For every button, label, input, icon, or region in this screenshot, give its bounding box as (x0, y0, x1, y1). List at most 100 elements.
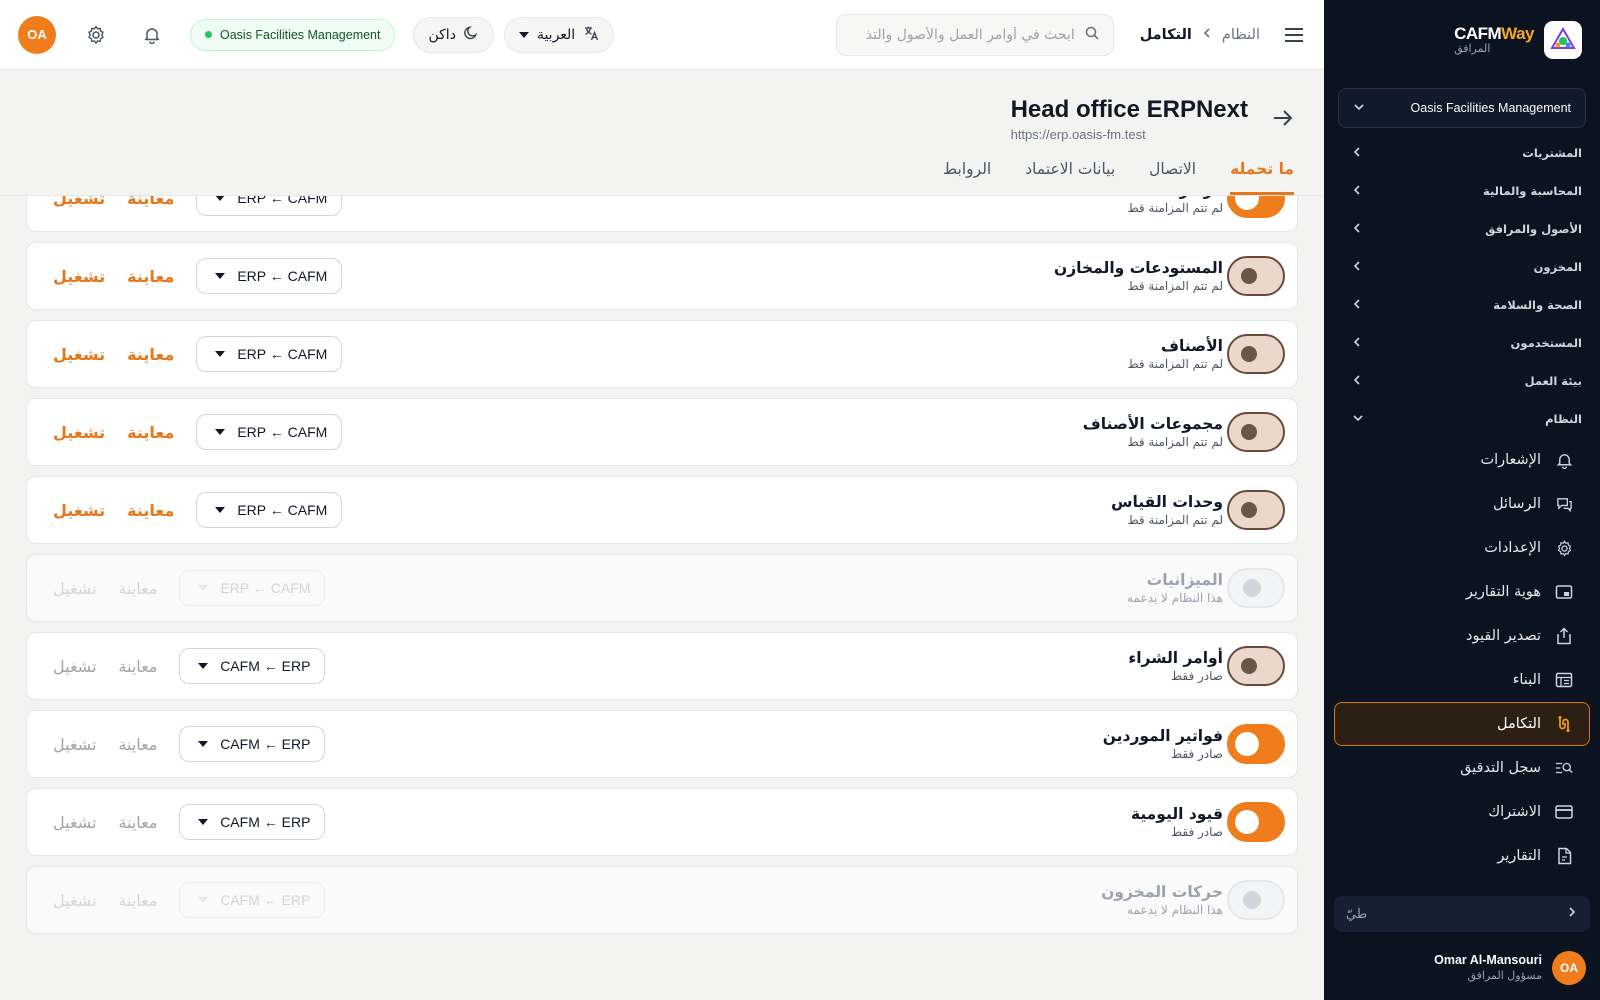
sidebar-item[interactable]: تصدير القيود (1334, 614, 1590, 658)
direction-select[interactable]: CAFM ← ERP (179, 648, 326, 684)
preview-button[interactable]: معاينة (118, 813, 157, 832)
direction-select[interactable]: ERP ← CAFM (196, 336, 343, 372)
sidebar-item[interactable]: الإعدادات (1334, 526, 1590, 570)
sidebar: CAFMWay المرافق Oasis Facilities Managem… (1324, 0, 1600, 1000)
language-select[interactable]: العربية (503, 16, 615, 53)
sync-toggle[interactable] (1227, 412, 1285, 452)
sidebar-item-label: التكامل (1497, 716, 1541, 732)
direction-select[interactable]: ERP ← CAFM (196, 492, 343, 528)
sync-toggle[interactable] (1227, 334, 1285, 374)
sidebar-item[interactable]: البناء (1334, 658, 1590, 702)
direction-value: CAFM ← ERP (220, 814, 311, 830)
direction-select[interactable]: CAFM ← ERP (179, 726, 326, 762)
sidebar-section[interactable]: المحاسبة والمالية (1324, 172, 1600, 210)
user-profile[interactable]: OA Omar Al-Mansouri مسؤول المرافق (1338, 946, 1586, 990)
direction-value: ERP ← CAFM (237, 268, 328, 284)
sidebar-item[interactable]: التكامل (1334, 702, 1590, 746)
tab[interactable]: الروابط (943, 160, 991, 195)
run-button[interactable]: تشغيل (53, 267, 105, 286)
run-button[interactable]: تشغيل (53, 345, 105, 364)
sync-toggle[interactable] (1227, 490, 1285, 530)
run-button: تشغيل (53, 578, 97, 598)
tab[interactable]: ما تحمله (1230, 160, 1294, 195)
sync-entity-row: وحدات القياس لم تتم المزامنة قط ERP ← CAFM… (26, 476, 1298, 544)
sidebar-item-label: التقارير (1497, 848, 1541, 864)
org-badge[interactable]: Oasis Facilities Management (190, 18, 396, 51)
run-button[interactable]: تشغيل (53, 735, 96, 754)
sidebar-section[interactable]: الصحة والسلامة (1324, 286, 1600, 324)
gear-icon[interactable] (78, 17, 114, 53)
preview-button[interactable]: معاينة (127, 423, 174, 442)
tab[interactable]: الاتصال (1149, 160, 1196, 195)
sidebar-section[interactable]: بيئة العمل (1324, 362, 1600, 400)
sidebar-collapse[interactable]: طيّ (1334, 896, 1590, 932)
direction-value: CAFM ← ERP (220, 658, 311, 674)
preview-button[interactable]: معاينة (118, 657, 157, 676)
toggle-knob (1241, 268, 1257, 284)
sync-toggle[interactable] (1227, 256, 1285, 296)
breadcrumb-current: التكامل (1139, 26, 1192, 43)
sidebar-item-label: الإشعارات (1480, 452, 1541, 468)
theme-label: داكن (428, 26, 456, 43)
org-switcher[interactable]: Oasis Facilities Management (1338, 88, 1586, 128)
preview-button[interactable]: معاينة (127, 345, 174, 364)
sidebar-item[interactable]: الإشعارات (1334, 438, 1590, 482)
search-input[interactable] (864, 26, 1075, 43)
theme-toggle[interactable]: داكن (413, 16, 494, 53)
direction-select[interactable]: CAFM ← ERP (179, 804, 326, 840)
chevron-down-icon (1353, 101, 1365, 116)
sync-toggle[interactable] (1227, 724, 1285, 764)
sync-entity-row: الميزانيات هذا النظام لا يدعمه ERP ← CAFM م… (26, 554, 1298, 622)
tab[interactable]: بيانات الاعتماد (1025, 160, 1115, 195)
preview-button[interactable]: معاينة (118, 735, 157, 754)
content-header: Head office ERPNext https://erp.oasis-fm… (0, 70, 1324, 196)
entity-title: أوامر الشراء (1128, 648, 1223, 667)
brand[interactable]: CAFMWay المرافق (1342, 20, 1582, 60)
user-name: Omar Al-Mansouri (1434, 953, 1542, 968)
sidebar-item[interactable]: الرسائل (1334, 482, 1590, 526)
sync-toggle[interactable] (1227, 646, 1285, 686)
run-button[interactable]: تشغيل (53, 501, 105, 520)
entity-status: لم تتم المزامنة قط (1127, 513, 1223, 528)
sidebar-item[interactable]: الاشتراك (1334, 790, 1590, 834)
toggle-knob (1235, 732, 1259, 756)
breadcrumb-root[interactable]: النظام (1222, 27, 1260, 43)
sidebar-section[interactable]: المستخدمون (1324, 324, 1600, 362)
sidebar-item-label: البناء (1512, 672, 1541, 688)
sidebar-item[interactable]: سجل التدقيق (1334, 746, 1590, 790)
run-button[interactable]: تشغيل (53, 813, 96, 832)
run-button[interactable]: تشغيل (53, 657, 96, 676)
chevron-left-icon (1352, 146, 1362, 161)
sync-toggle[interactable] (1227, 802, 1285, 842)
direction-value: CAFM ← ERP (220, 892, 311, 908)
menu-icon[interactable] (1282, 23, 1306, 47)
bell-icon[interactable] (134, 17, 170, 53)
toggle-knob (1235, 810, 1259, 834)
search-box[interactable] (835, 13, 1114, 56)
direction-select[interactable]: ERP ← CAFM (196, 414, 343, 450)
direction-select[interactable]: ERP ← CAFM (196, 258, 343, 294)
preview-button[interactable]: معاينة (127, 501, 174, 520)
sidebar-section[interactable]: المشتريات (1324, 134, 1600, 172)
brand-name: CAFMWay (1454, 23, 1534, 43)
sidebar-nav: المشتريات المحاسبة والمالية الأصول والمراف… (1324, 134, 1600, 886)
arrow-back-icon[interactable] (1270, 106, 1294, 134)
moon-icon (464, 25, 479, 44)
integration-icon (1555, 715, 1573, 733)
report-brand-icon (1555, 583, 1573, 601)
sidebar-item-label: سجل التدقيق (1460, 760, 1541, 776)
run-button[interactable]: تشغيل (53, 423, 105, 442)
sidebar-section[interactable]: الأصول والمرافق (1324, 210, 1600, 248)
entity-title: الميزانيات (1146, 570, 1223, 589)
user-role: مسؤول المرافق (1467, 968, 1542, 982)
sidebar-item[interactable]: هوية التقارير (1334, 570, 1590, 614)
sidebar-item[interactable]: التقارير (1334, 834, 1590, 878)
sidebar-section[interactable]: النظام (1324, 400, 1600, 438)
sidebar-item-label: تصدير القيود (1466, 628, 1541, 644)
avatar[interactable]: OA (18, 15, 56, 54)
sidebar-section[interactable]: المخزون (1324, 248, 1600, 286)
direction-value: ERP ← CAFM (220, 580, 311, 596)
card-icon (1555, 803, 1573, 821)
preview-button[interactable]: معاينة (127, 267, 174, 286)
chat-icon (1555, 495, 1573, 513)
